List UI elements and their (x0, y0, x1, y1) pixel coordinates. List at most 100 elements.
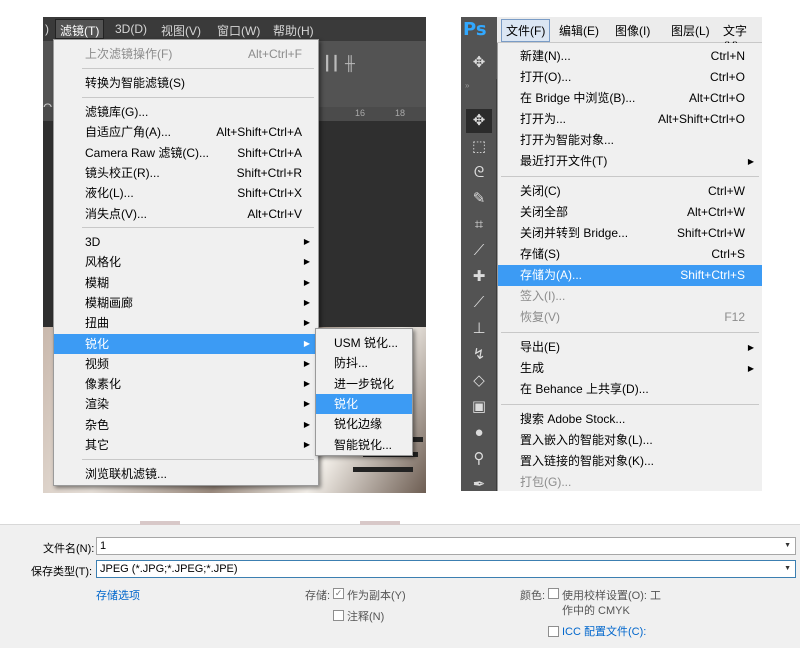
sharpen-submenu-item[interactable]: 锐化 (316, 393, 412, 414)
filter-submenu-item[interactable]: 模糊 ▶ (54, 273, 318, 293)
menu-3d[interactable]: 3D(D) (111, 21, 151, 37)
menu-file[interactable]: 文件(F) (501, 19, 551, 42)
stamp-tool-icon[interactable]: ⊥ (466, 317, 492, 341)
menu-item-browse-online[interactable]: 浏览联机滤镜... (54, 464, 318, 484)
filter-menu-item[interactable]: Camera Raw 滤镜(C)... Shift+Ctrl+A (54, 143, 318, 163)
move-tool-icon[interactable]: ✥ (466, 51, 492, 75)
notes-checkbox[interactable] (333, 610, 344, 621)
as-copy-checkbox[interactable]: ✓ (333, 588, 344, 599)
distribute-icon[interactable]: ╫ (345, 55, 355, 71)
file-menu-item[interactable]: 导出(E) ▶ (498, 337, 762, 358)
marquee-tool-icon[interactable]: ⬚ (466, 135, 492, 159)
menu-view[interactable]: 视图(V) (157, 21, 205, 40)
brush-tool-icon[interactable]: ⟋ (466, 291, 492, 315)
blur-tool-icon[interactable]: ● (466, 421, 492, 445)
file-menu-item[interactable]: 最近打开文件(T) ▶ (498, 151, 762, 172)
menu-item-shortcut: Shift+Ctrl+W (676, 226, 745, 240)
file-menu-item[interactable]: 关闭并转到 Bridge... Shift+Ctrl+W (498, 223, 762, 244)
filter-menu-item[interactable]: 液化(L)... Shift+Ctrl+X (54, 183, 318, 203)
menu-item-label: 置入嵌入的智能对象(L)... (520, 433, 653, 447)
crop-tool-icon[interactable]: ⌗ (466, 213, 492, 237)
filter-submenu-item[interactable]: 风格化 ▶ (54, 252, 318, 272)
file-menu-item[interactable]: 存储为(A)... Shift+Ctrl+S (498, 265, 762, 286)
file-menu-item[interactable]: 置入嵌入的智能对象(L)... (498, 430, 762, 451)
filter-submenu-item[interactable]: 锐化 ▶ (54, 333, 318, 354)
menu-item-label: 液化(L)... (85, 186, 134, 201)
filter-menu-item[interactable]: 自适应广角(A)... Alt+Shift+Ctrl+A (54, 122, 318, 142)
filename-input[interactable]: 1 ▼ (96, 537, 796, 555)
file-menu-item[interactable]: 新建(N)... Ctrl+N (498, 46, 762, 67)
filter-submenu-item[interactable]: 像素化 ▶ (54, 374, 318, 394)
menu-window[interactable]: 窗口(W) (213, 21, 264, 40)
menu-item-shortcut: Shift+Ctrl+A (237, 145, 302, 160)
menu-item-label: 模糊画廊 (85, 295, 134, 310)
submenu-arrow-icon: ▶ (303, 399, 310, 409)
file-menu-item[interactable]: 关闭(C) Ctrl+W (498, 181, 762, 202)
proof-setup-label: 使用校样设置(O): 工 (562, 590, 661, 602)
menu-item-convert-smart-filter[interactable]: 转换为智能滤镜(S) (54, 73, 318, 93)
sharpen-submenu-item[interactable]: USM 锐化... (316, 333, 412, 353)
chevron-down-icon[interactable]: ▼ (784, 561, 791, 577)
icc-checkbox[interactable] (548, 626, 559, 637)
file-menu-item[interactable]: 搜索 Adobe Stock... (498, 409, 762, 430)
move-tool-icon[interactable]: ✥ (466, 109, 492, 133)
file-dropdown: 新建(N)... Ctrl+N 打开(O)... Ctrl+O 在 Bridge 中浏览… (497, 43, 762, 491)
healing-tool-icon[interactable]: ✚ (466, 265, 492, 289)
file-menu-item[interactable]: 置入链接的智能对象(K)... (498, 451, 762, 472)
sharpen-submenu-item[interactable]: 智能锐化... (316, 435, 412, 455)
chevron-down-icon[interactable]: ▼ (784, 538, 791, 554)
file-menu-item[interactable]: 打开(O)... Ctrl+O (498, 67, 762, 88)
menu-item-label: 锐化边缘 (334, 417, 383, 432)
file-type-select[interactable]: JPEG (*.JPG;*.JPEG;*.JPE) ▼ (96, 560, 796, 578)
filter-menu-item[interactable]: 消失点(V)... Alt+Ctrl+V (54, 204, 318, 224)
filter-submenu-item[interactable]: 视频 ▶ (54, 354, 318, 374)
menu-layer[interactable]: 图层(L) (671, 22, 710, 39)
filter-submenu-item[interactable]: 3D ▶ (54, 232, 318, 252)
filter-submenu-item[interactable]: 杂色 ▶ (54, 415, 318, 435)
menu-item-label: 3D (85, 235, 101, 249)
file-menu-item[interactable]: 生成 ▶ (498, 358, 762, 379)
menu-item-label: 进一步锐化 (334, 376, 395, 391)
file-menu-item[interactable]: 存储(S) Ctrl+S (498, 244, 762, 265)
gradient-tool-icon[interactable]: ▣ (466, 395, 492, 419)
file-menu-item[interactable]: 关闭全部 Alt+Ctrl+W (498, 202, 762, 223)
lasso-tool-icon[interactable]: ᘓ (466, 161, 492, 185)
menu-edit[interactable]: 编辑(E) (559, 22, 599, 39)
ruler-tick: 16 (355, 108, 366, 118)
file-menu-item[interactable]: 打开为... Alt+Shift+Ctrl+O (498, 109, 762, 130)
filter-menu-item[interactable]: 镜头校正(R)... Shift+Ctrl+R (54, 163, 318, 183)
proof-setup-checkbox[interactable] (548, 588, 559, 599)
filename-label: 文件名(N): (43, 543, 95, 555)
pen-tool-icon[interactable]: ✒ (466, 473, 492, 491)
menu-help[interactable]: 帮助(H) (269, 21, 318, 40)
file-menu-item[interactable]: 打开为智能对象... (498, 130, 762, 151)
filter-submenu-item[interactable]: 扭曲 ▶ (54, 313, 318, 333)
menu-item-label: 防抖... (334, 356, 369, 371)
align-icon[interactable]: ┃┃ (323, 55, 340, 72)
sharpen-submenu-item[interactable]: 防抖... (316, 353, 412, 373)
filter-menu-item[interactable]: 滤镜库(G)... (54, 102, 318, 122)
sharpen-submenu-item[interactable]: 锐化边缘 (316, 414, 412, 434)
file-menu-item[interactable]: 在 Bridge 中浏览(B)... Alt+Ctrl+O (498, 88, 762, 109)
menu-separator (82, 68, 314, 69)
menu-filter[interactable]: 滤镜(T) (55, 19, 105, 39)
color-label: 颜色: (520, 590, 546, 602)
eraser-tool-icon[interactable]: ◇ (466, 369, 492, 393)
dodge-tool-icon[interactable]: ⚲ (466, 447, 492, 471)
icc-profile-label[interactable]: ICC 配置文件(C): (562, 623, 646, 639)
filter-submenu-item[interactable]: 其它 ▶ (54, 435, 318, 455)
sharpen-submenu-item[interactable]: 进一步锐化 (316, 374, 412, 394)
history-brush-tool-icon[interactable]: ↯ (466, 343, 492, 367)
menu-image[interactable]: 图像(I) (615, 22, 650, 39)
menu-item-shortcut: Shift+Ctrl+X (237, 186, 302, 201)
eyedropper-tool-icon[interactable]: ⟋ (466, 239, 492, 263)
quick-select-tool-icon[interactable]: ✎ (466, 187, 492, 211)
collapse-icon[interactable]: » (465, 81, 469, 90)
file-menu-item[interactable]: 在 Behance 上共享(D)... (498, 379, 762, 400)
thumb-fragment (360, 521, 400, 525)
save-options-link[interactable]: 存储选项 (96, 587, 140, 603)
filter-submenu-item[interactable]: 模糊画廊 ▶ (54, 293, 318, 313)
menu-item-label: 打开(O)... (520, 70, 572, 84)
filter-submenu-item[interactable]: 渲染 ▶ (54, 394, 318, 414)
menu-item-label: 关闭并转到 Bridge... (520, 226, 629, 240)
